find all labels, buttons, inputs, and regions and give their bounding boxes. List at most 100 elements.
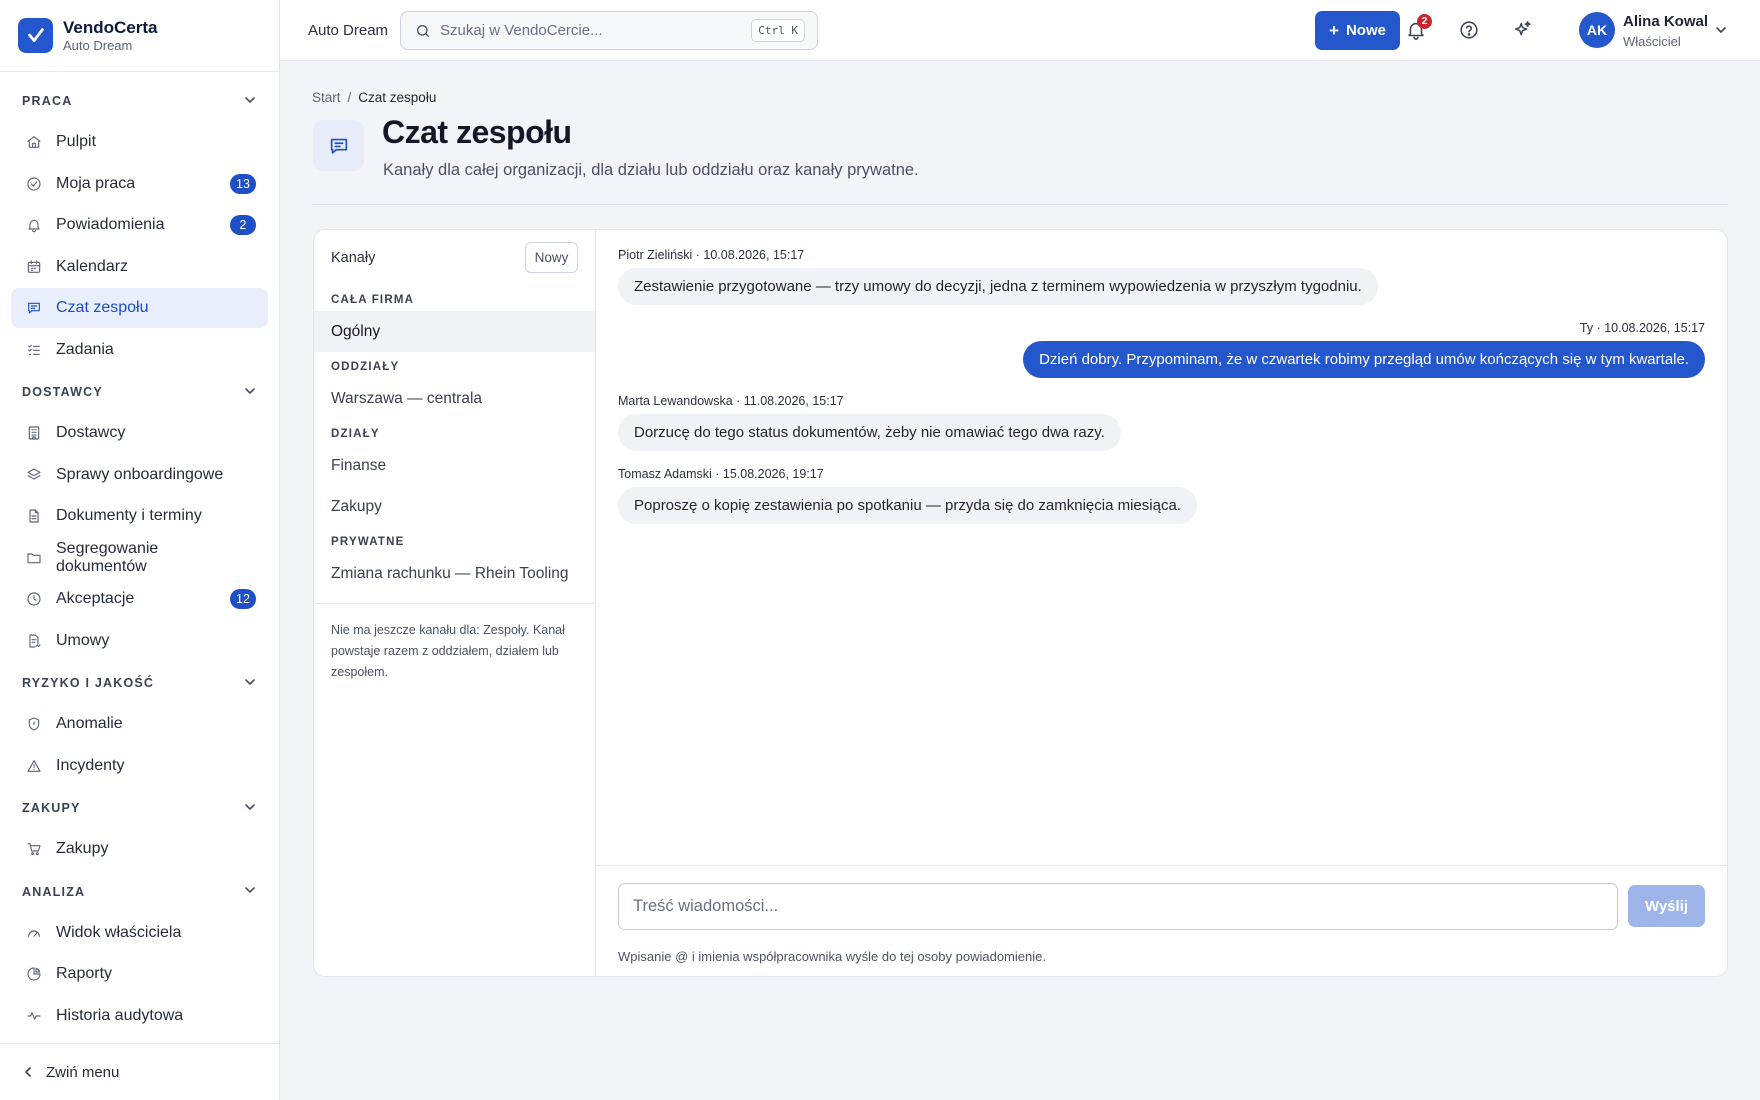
sidebar-item-label: Zadania (56, 340, 114, 358)
ai-assistant-button[interactable] (1512, 19, 1534, 41)
sparkles-icon (1514, 21, 1531, 36)
brand-name: VendoCerta (63, 17, 158, 37)
sidebar-item-segregowanie-dokumentow[interactable]: Segregowanie dokumentów (11, 538, 268, 578)
sidebar-item-label: Sprawy onboardingowe (56, 465, 224, 483)
chevron-down-icon (243, 883, 257, 900)
sidebar-item-dokumenty-i-terminy[interactable]: Dokumenty i terminy (11, 496, 268, 536)
page-title: Czat zespołu (382, 114, 572, 150)
user-role: Właściciel (1623, 34, 1681, 49)
sidebar-item-kalendarz[interactable]: Kalendarz (11, 247, 268, 287)
new-channel-button[interactable]: Nowy (525, 242, 578, 273)
sidebar-item-akceptacje[interactable]: Akceptacje 12 (11, 579, 268, 619)
sidebar-item-historia-audytowa[interactable]: Historia audytowa (11, 996, 268, 1036)
check-circle-icon (26, 176, 42, 192)
message-meta: Marta Lewandowska · 11.08.2026, 15:17 (618, 394, 844, 408)
breadcrumb-root[interactable]: Start (312, 90, 341, 105)
chevron-down-icon (243, 800, 257, 817)
sidebar-item-zadania[interactable]: Zadania (11, 330, 268, 370)
sidebar-item-sprawy-onboardingowe[interactable]: Sprawy onboardingowe (11, 455, 268, 495)
message-list: Piotr Zieliński · 10.08.2026, 15:17 Zesta… (596, 230, 1727, 865)
nav-section-zakupy[interactable]: ZAKUPY (0, 787, 279, 829)
sidebar-item-widok-wlasciciela[interactable]: Widok właściciela (11, 913, 268, 953)
home-icon (26, 134, 42, 150)
sidebar-item-raporty[interactable]: Raporty (11, 954, 268, 994)
pie-chart-icon (26, 966, 42, 982)
search-icon (417, 24, 429, 37)
collapse-menu-button[interactable]: Zwiń menu (0, 1043, 279, 1100)
sidebar-item-label: Akceptacje (56, 590, 135, 607)
message-meta: Piotr Zieliński · 10.08.2026, 15:17 (618, 248, 805, 262)
sidebar-item-moja-praca[interactable]: Moja praca 13 (11, 164, 268, 204)
sidebar-item-label: Moja praca (56, 174, 136, 192)
page-chat-icon (313, 120, 364, 171)
folder-icon (26, 550, 42, 566)
channel-item-zmiana-rachunku-rhein-tooling[interactable]: Zmiana rachunku — Rhein Tooling (314, 553, 595, 594)
nav-section-praca[interactable]: PRACA (0, 80, 279, 122)
notifications-count-badge: 2 (1417, 14, 1432, 29)
plus-icon: + (1329, 20, 1339, 40)
chevron-down-icon[interactable] (1714, 23, 1728, 37)
clock-icon (26, 591, 42, 607)
nav-section-label: ZAKUPY (22, 801, 81, 815)
sidebar-item-dostawcy[interactable]: Dostawcy (11, 413, 268, 453)
topbar: Auto Dream Szukaj w VendoCercie... Ctrl … (280, 0, 1760, 61)
composer: Treść wiadomości... Wyślij Wpisanie @ i … (596, 865, 1727, 976)
send-button[interactable]: Wyślij (1628, 885, 1705, 927)
new-button-label: Nowe (1345, 22, 1386, 39)
channel-list-title: Kanały (331, 249, 376, 266)
activity-icon (26, 1008, 42, 1024)
message: Ty · 10.08.2026, 15:17 Dzień dobry. Przyp… (618, 321, 1705, 378)
help-button[interactable] (1458, 19, 1480, 41)
sidebar-item-pulpit[interactable]: Pulpit (11, 122, 268, 162)
avatar[interactable]: AK (1579, 12, 1615, 48)
brand[interactable]: VendoCerta Auto Dream (0, 0, 279, 72)
message-bubble: Dzień dobry. Przypominam, że w czwartek … (1023, 341, 1705, 378)
search-input[interactable]: Szukaj w VendoCercie... Ctrl K (400, 11, 818, 50)
sidebar-item-label: Kalendarz (56, 257, 129, 275)
sidebar-item-anomalie[interactable]: Anomalie (11, 704, 268, 744)
sidebar-item-umowy[interactable]: Umowy (11, 621, 268, 661)
notifications-button[interactable]: 2 (1405, 14, 1432, 41)
chevron-down-icon (243, 675, 257, 692)
nav-section-analiza[interactable]: ANALIZA (0, 871, 279, 913)
breadcrumb-current: Czat zespołu (358, 90, 437, 105)
channel-item-zakupy[interactable]: Zakupy (314, 486, 595, 527)
sidebar-item-label: Anomalie (56, 715, 123, 732)
chevron-down-icon (243, 93, 257, 110)
user-name[interactable]: Alina Kowal (1623, 13, 1708, 30)
sidebar-item-powiadomienia[interactable]: Powiadomienia 2 (11, 205, 268, 245)
org-switcher[interactable]: Auto Dream (308, 22, 388, 39)
channel-groups: CAŁA FIRMA Ogólny ODDZIAŁY Warszawa — centr… (314, 289, 595, 594)
new-button[interactable]: + Nowe (1315, 11, 1400, 50)
message-bubble: Zestawienie przygotowane — trzy umowy do… (618, 268, 1378, 305)
building-icon (26, 425, 42, 441)
message: Tomasz Adamski · 15.08.2026, 19:17 Popros… (618, 467, 1705, 524)
sidebar-item-czat-zespolu[interactable]: Czat zespołu (11, 288, 268, 328)
sidebar-item-label: Segregowanie dokumentów (56, 539, 159, 575)
chevron-down-icon (243, 384, 257, 401)
channel-list-header: Kanały Nowy (314, 230, 595, 285)
composer-hint: Wpisanie @ i imienia współpracownika wyś… (618, 949, 1046, 964)
sidebar-item-label: Dostawcy (56, 424, 126, 441)
cart-icon (26, 841, 42, 857)
channel-item-ogolny[interactable]: Ogólny (314, 311, 595, 352)
sidebar-item-incydenty[interactable]: Incydenty (11, 746, 268, 786)
sidebar-item-label: Raporty (56, 965, 113, 982)
layers-icon (26, 467, 42, 483)
message-meta: Tomasz Adamski · 15.08.2026, 19:17 (618, 467, 824, 481)
message-input[interactable]: Treść wiadomości... (618, 883, 1618, 930)
channel-item-finanse[interactable]: Finanse (314, 445, 595, 486)
search-placeholder: Szukaj w VendoCercie... (440, 22, 603, 39)
sidebar-item-zakupy[interactable]: Zakupy (11, 829, 268, 869)
header-divider (312, 204, 1728, 205)
nav-section-dostawcy[interactable]: DOSTAWCY (0, 371, 279, 413)
nav-section-label: DOSTAWCY (22, 385, 103, 399)
chat-icon (26, 300, 42, 316)
nav-section-ryzyko-i-jakosc[interactable]: RYZYKO I JAKOŚĆ (0, 662, 279, 704)
search-shortcut: Ctrl K (751, 19, 805, 42)
page-subtitle: Kanały dla całej organizacji, dla działu… (383, 161, 919, 179)
document-icon (26, 508, 42, 524)
message-bubble: Poproszę o kopię zestawienia po spotkani… (618, 487, 1197, 524)
channel-item-warszawa-centrala[interactable]: Warszawa — centrala (314, 378, 595, 419)
channel-group-label: PRYWATNE (331, 536, 405, 548)
